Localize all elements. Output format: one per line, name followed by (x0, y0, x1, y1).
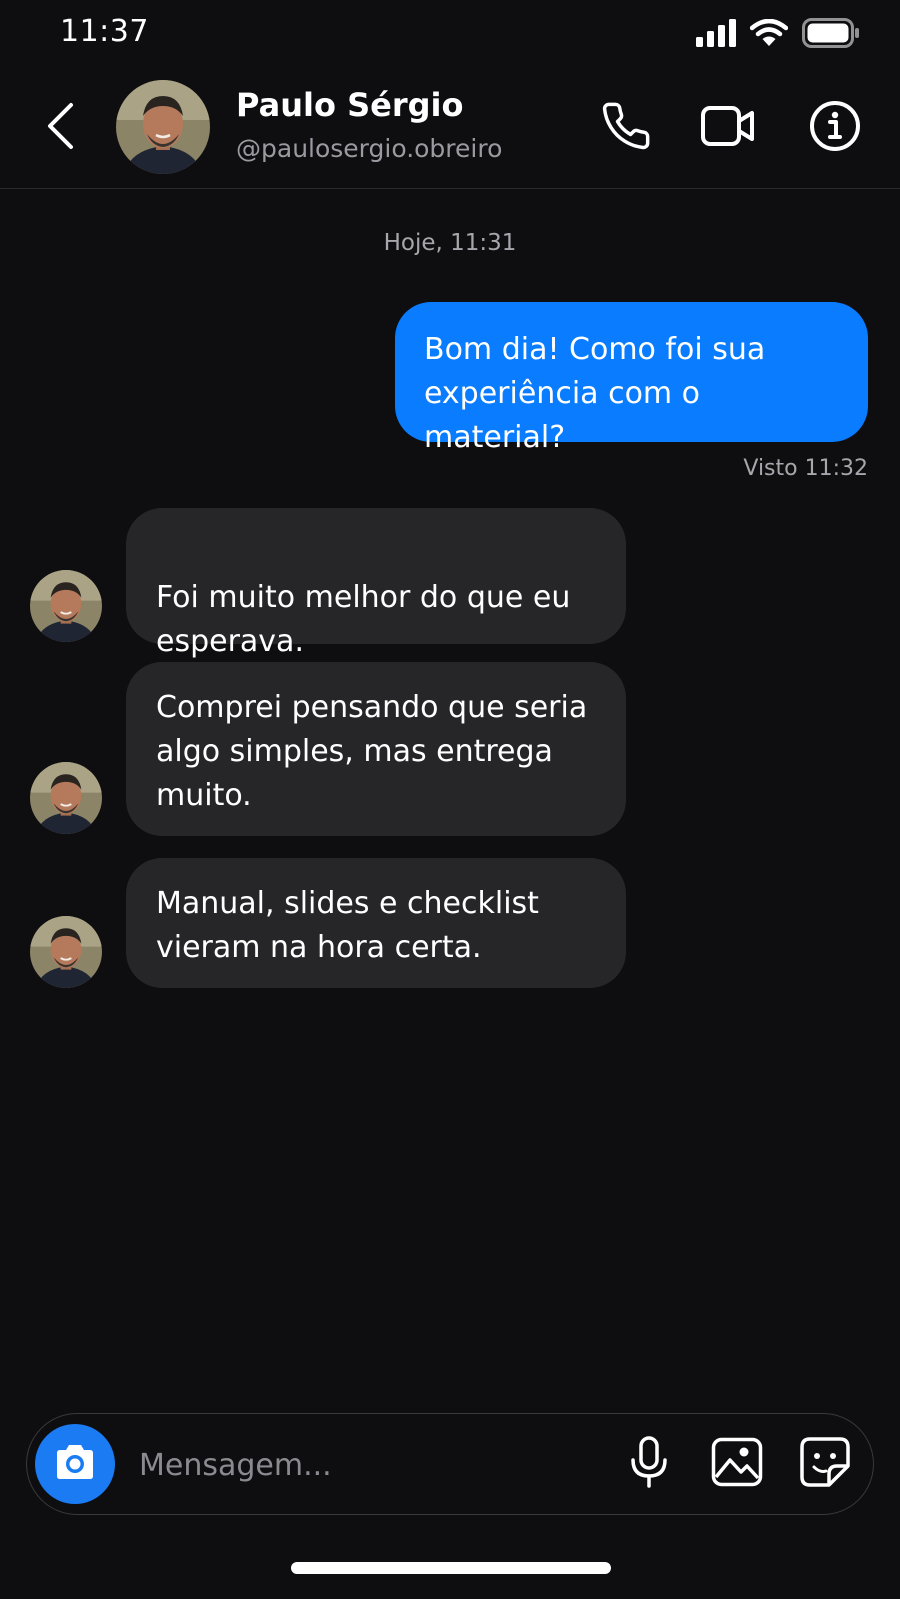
voice-call-button[interactable] (596, 98, 656, 158)
sticker-icon (799, 1436, 851, 1492)
avatar[interactable] (30, 762, 102, 834)
seen-status: Visto 11:32 (743, 456, 868, 481)
message-composer (26, 1413, 874, 1515)
status-icons (696, 18, 860, 52)
signal-icon (696, 19, 736, 51)
wifi-icon (749, 18, 789, 51)
voice-message-button[interactable] (619, 1434, 679, 1494)
status-time: 11:37 (60, 14, 149, 49)
contact-name[interactable]: Paulo Sérgio (236, 86, 463, 124)
contact-photo (116, 80, 210, 174)
date-separator: Hoje, 11:31 (383, 230, 517, 256)
back-button[interactable] (40, 98, 80, 158)
gallery-button[interactable] (707, 1434, 767, 1494)
avatar[interactable] (30, 916, 102, 988)
contact-photo (30, 570, 102, 642)
status-bar: 11:37 (0, 0, 900, 70)
camera-icon (53, 1443, 97, 1485)
microphone-icon (629, 1436, 669, 1492)
incoming-message[interactable]: Manual, slides e checklist vieram na hor… (126, 858, 626, 988)
gallery-icon (711, 1437, 763, 1491)
phone-icon (600, 100, 652, 156)
message-text: Foi muito melhor do que eu esperava. (156, 580, 571, 659)
contact-photo (30, 762, 102, 834)
contact-avatar[interactable] (116, 80, 210, 174)
contact-photo (30, 916, 102, 988)
sticker-button[interactable] (795, 1434, 855, 1494)
chevron-left-icon (45, 102, 75, 154)
info-button[interactable] (805, 98, 865, 158)
incoming-message[interactable]: Comprei pensando que seria algo simples,… (126, 662, 626, 836)
incoming-message[interactable]: Foi muito melhor do que eu esperava. ⭐⭐⭐… (126, 508, 626, 703)
message-input[interactable] (137, 1436, 581, 1494)
home-indicator (291, 1562, 611, 1574)
avatar[interactable] (30, 570, 102, 642)
conversation-header: Paulo Sérgio @paulosergio.obreiro (0, 70, 900, 189)
video-call-button[interactable] (698, 98, 758, 158)
outgoing-message[interactable]: Bom dia! Como foi sua experiência com o … (395, 302, 868, 455)
video-camera-icon (700, 104, 756, 152)
camera-button[interactable] (35, 1424, 115, 1504)
info-icon (809, 100, 861, 156)
contact-handle: @paulosergio.obreiro (236, 134, 503, 163)
battery-icon (802, 18, 860, 52)
